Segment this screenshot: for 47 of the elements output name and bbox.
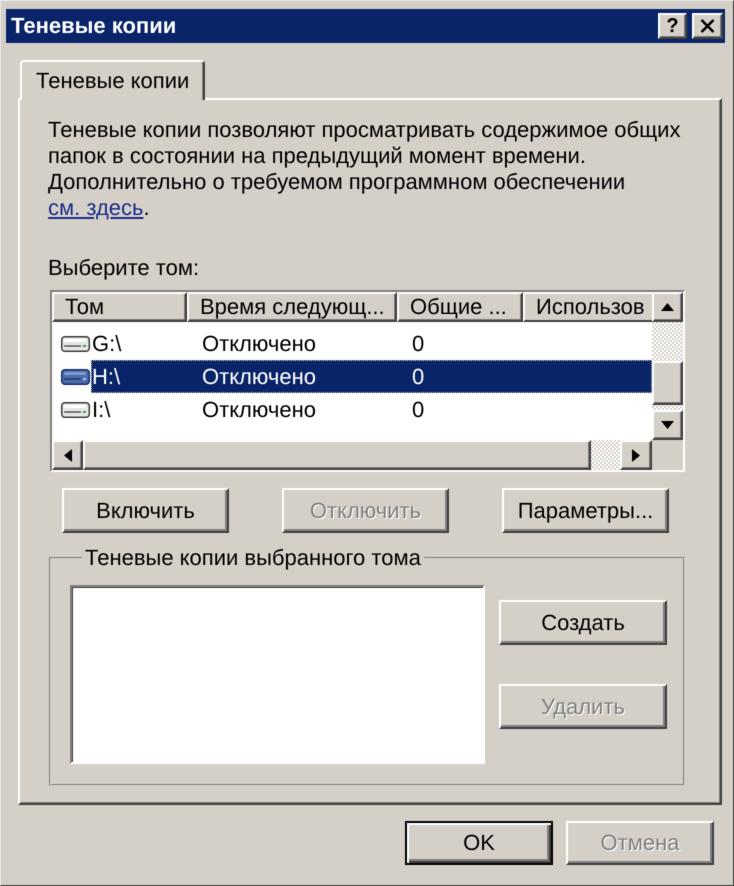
column-header[interactable]: Том — [52, 292, 187, 322]
table-cell-text: 0 — [411, 396, 426, 422]
column-header[interactable]: Использов — [523, 292, 652, 322]
table-cell-text: G:\ — [91, 330, 122, 356]
horizontal-scrollbar[interactable] — [52, 440, 652, 470]
scroll-thumb[interactable] — [83, 440, 591, 470]
more-info-link[interactable]: см. здесь — [48, 195, 144, 220]
right-triangle-icon — [632, 448, 640, 462]
drive-icon — [61, 336, 90, 352]
drive-icon — [61, 402, 90, 418]
up-triangle-icon — [661, 303, 674, 311]
table-cell-text: Отключено — [201, 330, 317, 356]
close-icon — [700, 19, 715, 33]
scroll-left-button[interactable] — [52, 440, 83, 470]
column-header[interactable]: Общие ... — [397, 292, 523, 322]
drive-icon — [61, 368, 90, 384]
create-button[interactable]: Создать — [499, 600, 667, 645]
ok-button[interactable]: OK — [405, 821, 553, 865]
scroll-thumb[interactable] — [652, 361, 683, 405]
scroll-up-button[interactable] — [652, 292, 683, 322]
group-title: Теневые копии выбранного тома — [84, 545, 422, 571]
list-row[interactable]: H:\ Отключено 0 — [91, 360, 652, 393]
table-cell-text: 0 — [411, 364, 426, 390]
help-button[interactable]: ? — [658, 13, 687, 39]
down-triangle-icon — [661, 421, 674, 429]
table-cell-text: H:\ — [91, 364, 122, 390]
table-cell-text: Отключено — [201, 364, 317, 390]
vertical-scrollbar[interactable] — [652, 292, 683, 440]
table-cell-text: I:\ — [91, 396, 112, 422]
description-text: Теневые копии позволяют просматривать содержимое общих папок в состоянии на предыдущий момент времени. Дополнительно о требуемом программном обеспечении см. здесь. — [48, 117, 682, 221]
column-header[interactable]: Время следующ... — [187, 292, 397, 322]
close-button[interactable] — [692, 13, 723, 39]
volume-list[interactable]: Том Время следующ... Общие ... Использов G:\ Отключено 0 H:\ Отключено 0 I:\ Отключено 0 — [50, 290, 685, 472]
settings-button[interactable]: Параметры... — [502, 488, 669, 533]
scrollbar-corner — [652, 440, 683, 470]
left-triangle-icon — [64, 448, 72, 462]
list-row[interactable]: G:\ Отключено 0 — [91, 327, 652, 360]
scroll-right-button[interactable] — [620, 440, 652, 470]
window-title: Теневые копии — [11, 13, 178, 39]
snapshot-list[interactable] — [70, 585, 485, 764]
volume-list-label: Выберите том: — [48, 255, 200, 281]
list-row[interactable]: I:\ Отключено 0 — [91, 393, 652, 426]
table-cell-text: 0 — [411, 330, 426, 356]
table-cell-text: Отключено — [201, 396, 317, 422]
enable-button[interactable]: Включить — [62, 488, 229, 533]
scroll-down-button[interactable] — [652, 410, 683, 440]
tab[interactable]: Теневые копии — [20, 60, 206, 100]
